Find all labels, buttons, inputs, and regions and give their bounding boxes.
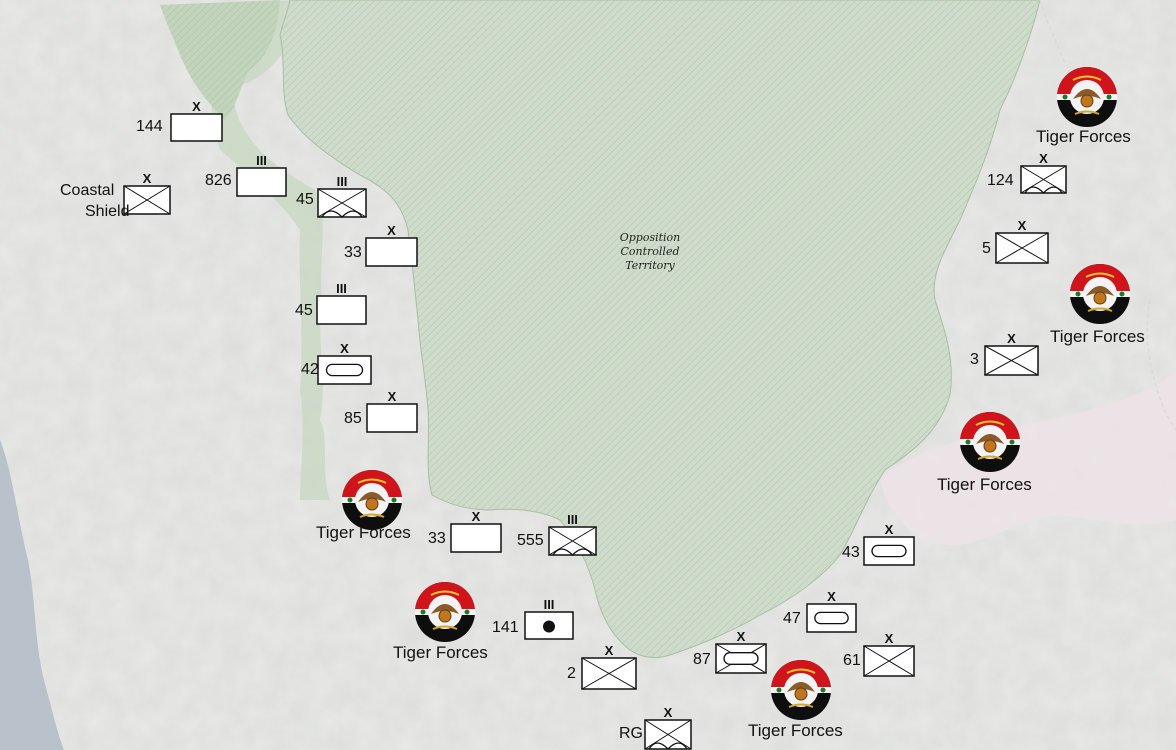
- unit-frame: [365, 237, 418, 267]
- unit-size-indicator: X: [472, 509, 481, 524]
- emblem-eagle-head: [438, 609, 452, 623]
- emblem-star: [1119, 291, 1125, 297]
- unit-size-indicator: X: [143, 171, 152, 186]
- unit-frame: [450, 523, 502, 553]
- map-canvas: X III X III X III X X X III III X X X X X X X X X: [0, 0, 1176, 750]
- unit-label: 2: [567, 665, 576, 682]
- emblem-star: [820, 687, 826, 693]
- unit-size-indicator: X: [737, 629, 746, 644]
- unit-armor-mark: [723, 652, 759, 665]
- unit-frame: [366, 403, 418, 433]
- territory-label-line: Territory: [625, 259, 675, 272]
- tiger-forces-emblem: [342, 470, 402, 530]
- emblem-star: [391, 497, 397, 503]
- unit-label: 42: [301, 361, 319, 378]
- unit-label: Coastal Shield: [60, 180, 129, 222]
- emblem-star: [420, 609, 426, 615]
- unit-label: 826: [205, 172, 232, 189]
- unit-size-indicator: X: [885, 631, 894, 646]
- unit-label: 3: [970, 351, 979, 368]
- unit-label: 87: [693, 651, 711, 668]
- unit-label: 45: [295, 302, 313, 319]
- unit-size-indicator: X: [1007, 331, 1016, 346]
- unit-size-indicator: III: [337, 174, 348, 189]
- emblem-star: [776, 687, 782, 693]
- tiger-forces-emblem: [415, 582, 475, 642]
- unit-size-indicator: X: [885, 522, 894, 537]
- unit-label: 43: [842, 544, 860, 561]
- unit-frame: [170, 113, 223, 142]
- tiger-forces-emblem: [771, 660, 831, 720]
- unit-size-indicator: X: [605, 643, 614, 658]
- emblem-star: [347, 497, 353, 503]
- emblem-eagle-head: [983, 439, 997, 453]
- emblem-star: [1009, 439, 1015, 445]
- emblem-eagle-head: [794, 687, 808, 701]
- unit-size-indicator: III: [567, 512, 578, 527]
- emblem-eagle-head: [365, 497, 379, 511]
- unit-size-indicator: X: [827, 589, 836, 604]
- unit-size-indicator: X: [387, 223, 396, 238]
- unit-size-indicator: X: [664, 705, 673, 720]
- tiger-forces-caption: Tiger Forces: [393, 643, 488, 662]
- emblem-star: [1075, 291, 1081, 297]
- unit-dot-mark: [543, 620, 555, 633]
- territory-label-line: Opposition: [619, 231, 681, 244]
- unit-label: 144: [136, 118, 163, 135]
- emblem-eagle-head: [1080, 94, 1094, 108]
- unit-label: 47: [783, 610, 801, 627]
- unit-label: 555: [517, 532, 544, 549]
- emblem-eagle-head: [1093, 291, 1107, 305]
- emblem-star: [965, 439, 971, 445]
- tiger-forces-caption: Tiger Forces: [748, 721, 843, 740]
- tiger-forces-emblem: [1057, 67, 1117, 127]
- territory-label: Opposition Controlled Territory: [600, 231, 700, 273]
- tiger-forces-caption: Tiger Forces: [1050, 327, 1145, 346]
- unit-frame: [236, 167, 287, 197]
- unit-size-indicator: X: [340, 341, 349, 356]
- emblem-star: [464, 609, 470, 615]
- unit-label: RG: [619, 725, 643, 742]
- unit-armor-mark: [814, 611, 849, 625]
- tiger-forces-caption: Tiger Forces: [937, 475, 1032, 494]
- emblem-star: [1106, 94, 1112, 100]
- unit-label: 5: [982, 240, 991, 257]
- tiger-forces-emblem: [960, 412, 1020, 472]
- unit-label: 141: [492, 619, 519, 636]
- tiger-forces-caption: Tiger Forces: [316, 523, 411, 542]
- unit-size-indicator: X: [1039, 151, 1048, 166]
- tiger-forces-caption: Tiger Forces: [1036, 127, 1131, 146]
- unit-label: 33: [344, 244, 362, 261]
- unit-armor-mark: [325, 363, 364, 377]
- unit-armor-mark: [871, 544, 907, 558]
- unit-frame: [316, 295, 367, 325]
- unit-label-line: Coastal: [60, 182, 115, 199]
- unit-label-line: Shield: [85, 203, 130, 220]
- emblem-star: [1062, 94, 1068, 100]
- tiger-forces-emblem: [1070, 264, 1130, 324]
- territory-label-line: Controlled: [620, 245, 680, 258]
- unit-label: 85: [344, 410, 362, 427]
- unit-size-indicator: X: [388, 389, 397, 404]
- unit-size-indicator: III: [336, 281, 347, 296]
- unit-size-indicator: III: [256, 153, 267, 168]
- unit-label: 61: [843, 652, 861, 669]
- unit-label: 124: [987, 172, 1014, 189]
- unit-size-indicator: X: [192, 99, 201, 114]
- unit-label: 33: [428, 530, 446, 547]
- unit-label: 45: [296, 191, 314, 208]
- unit-size-indicator: III: [544, 597, 555, 612]
- unit-size-indicator: X: [1018, 218, 1027, 233]
